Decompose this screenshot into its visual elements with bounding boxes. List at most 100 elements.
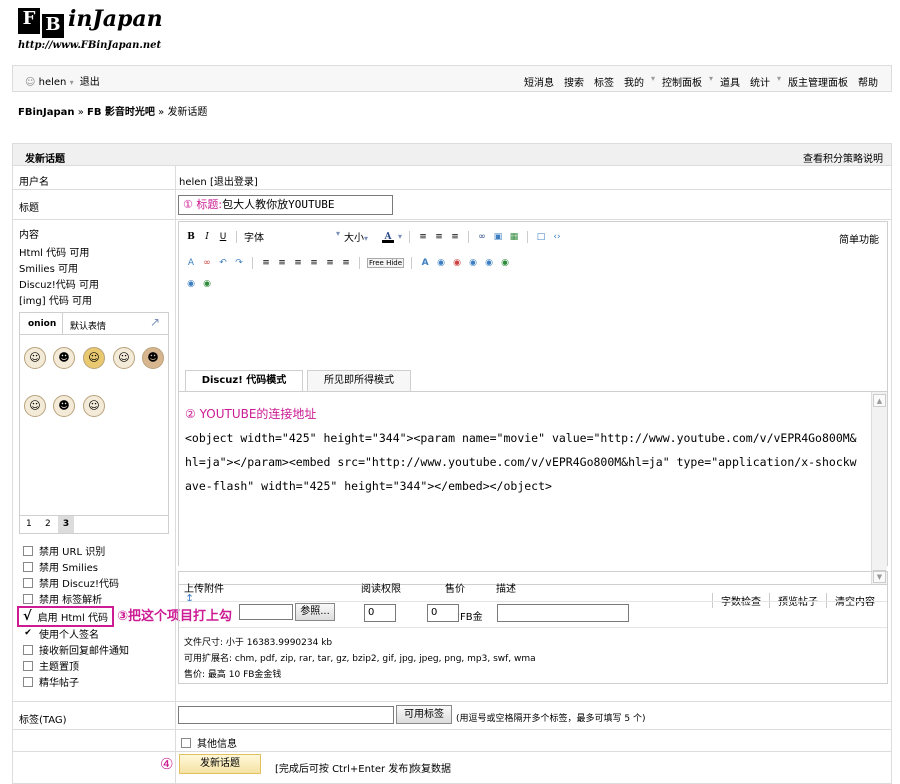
chevron-down-icon[interactable]: ▾ [398,232,402,241]
size-select[interactable]: 大小▾ [344,229,378,244]
chevron-down-icon[interactable]: ▾ [649,74,657,89]
description-input[interactable] [497,604,629,622]
nav-control-panel[interactable]: 控制面板 [657,74,707,89]
simple-mode-link[interactable]: 简单功能 [839,231,879,246]
remove-format-icon[interactable]: A [185,257,197,269]
nav-messages[interactable]: 短消息 [519,74,559,89]
checkbox[interactable] [23,561,33,572]
price-input[interactable]: 0 [427,604,459,622]
chevron-down-icon[interactable]: ▾ [775,74,783,89]
breadcrumb-site[interactable]: FBinJapan [18,107,75,118]
check-icon[interactable]: ✔ [23,628,33,639]
audio-icon[interactable]: ◉ [467,257,479,269]
breadcrumb-forum[interactable]: FB 影音时光吧 [87,107,155,118]
chevron-down-icon[interactable]: ▾ [707,74,715,89]
checkbox[interactable] [23,593,33,604]
checkbox[interactable] [181,737,191,748]
expand-icon[interactable]: ↗ [150,315,160,329]
image-icon[interactable]: ▣ [492,231,504,243]
username-link[interactable]: helen [39,77,67,88]
video-icon[interactable]: ◉ [483,257,495,269]
bold-icon[interactable]: B [185,231,197,243]
option-digest[interactable]: 精华帖子 [23,674,79,689]
redo-icon[interactable]: ↷ [233,257,245,269]
scroll-up-icon[interactable]: ▲ [873,394,886,407]
available-tags-button[interactable]: 可用标签 [396,705,452,724]
nav-search[interactable]: 搜索 [559,74,589,89]
underline-icon[interactable]: U [217,231,229,243]
code-icon[interactable]: ‹› [551,231,563,243]
option-disable-discuz[interactable]: 禁用 Discuz!代码 [23,575,119,590]
nav-tools[interactable]: 道具 [715,74,745,89]
unordered-list-icon[interactable]: ≡ [276,257,288,269]
tab-wysiwyg[interactable]: 所见即所得模式 [307,370,411,391]
checkbox[interactable] [23,545,33,556]
check-icon[interactable]: √ [23,610,32,623]
option-use-signature[interactable]: ✔ 使用个人签名 [23,626,99,641]
restore-data-link[interactable]: 恢复数据 [411,760,451,775]
subject-input[interactable]: ① 标题:包大人教你放YOUTUBE [178,195,393,215]
smiley-icon[interactable]: ☺ [83,395,105,417]
outdent-icon[interactable]: ≡ [292,257,304,269]
option-disable-url[interactable]: 禁用 URL 识别 [23,543,105,558]
option-disable-tag-parse[interactable]: 禁用 标签解析 [23,591,102,606]
other-info-toggle[interactable]: 其他信息 [181,735,237,750]
indent-icon[interactable]: ≡ [308,257,320,269]
submit-new-thread-button[interactable]: 发新话题 [179,754,261,774]
site-logo[interactable]: F B inJapan http://www.FBinJapan.net [18,6,178,56]
smiley-icon[interactable]: ☺ [24,347,46,369]
align-right-icon[interactable]: ≡ [449,231,461,243]
flash-icon[interactable]: ◉ [435,257,447,269]
checkbox[interactable] [23,660,33,671]
italic-icon[interactable]: I [201,231,213,243]
option-enable-html[interactable]: √ 启用 Html 代码 [17,606,114,627]
nav-stats[interactable]: 统计 [745,74,775,89]
smiley-icon[interactable]: ☺ [24,395,46,417]
smilies-page-3[interactable]: 3 [58,516,74,533]
nav-tags[interactable]: 标签 [589,74,619,89]
qq-icon[interactable]: ◉ [451,257,463,269]
smiley-icon[interactable]: ☺ [83,347,105,369]
media-icon[interactable]: ▦ [508,231,520,243]
editor-scrollbar[interactable]: ▲ ▼ [871,392,887,585]
link-icon[interactable]: ∞ [476,231,488,243]
smiley-icon[interactable]: ☻ [53,395,75,417]
align-center-icon[interactable]: ≡ [433,231,445,243]
float-left-icon[interactable]: ≡ [324,257,336,269]
smiley-icon[interactable]: ☺ [113,347,135,369]
fly-text-icon[interactable]: A [419,257,431,269]
font-select[interactable]: 字体 ▾ [244,229,340,244]
unlink-icon[interactable]: ∞ [201,257,213,269]
option-email-notify[interactable]: 接收新回复邮件通知 [23,642,129,657]
wmp-icon[interactable]: ◉ [185,278,197,290]
ordered-list-icon[interactable]: ≡ [260,257,272,269]
logout-link[interactable]: 退出 [80,77,100,88]
browse-button[interactable]: 参照... [295,603,335,621]
user-menu[interactable]: ☺ helen ▾ 退出 [25,73,100,88]
checkbox[interactable] [23,644,33,655]
smiley-icon[interactable]: ☻ [142,347,164,369]
real-player-icon[interactable]: ◉ [499,257,511,269]
username-value[interactable]: helen [退出登录] [179,173,258,188]
quote-icon[interactable]: □ [535,231,547,243]
nav-moderator-panel[interactable]: 版主管理面板 [783,74,853,89]
smilies-tab-default[interactable]: 默认表情 [70,319,106,332]
float-right-icon[interactable]: ≡ [340,257,352,269]
editor-textarea[interactable]: ② YOUTUBE的连接地址 <object width="425" heigh… [179,391,887,585]
undo-icon[interactable]: ↶ [217,257,229,269]
tags-input[interactable] [178,706,394,724]
checkbox[interactable] [23,577,33,588]
read-permission-input[interactable]: 0 [364,604,396,622]
align-left-icon[interactable]: ≡ [417,231,429,243]
rm-icon[interactable]: ◉ [201,278,213,290]
tab-discuz-code[interactable]: Discuz! 代码模式 [185,370,303,392]
nav-help[interactable]: 帮助 [853,74,883,89]
font-color-icon[interactable]: A [382,231,394,243]
smilies-page-2[interactable]: 2 [45,519,51,529]
file-path-input[interactable] [239,604,293,620]
option-disable-smilies[interactable]: 禁用 Smilies [23,559,98,574]
checkbox[interactable] [23,676,33,687]
smilies-tab-onion[interactable]: onion [28,319,56,329]
option-sticky[interactable]: 主题置顶 [23,658,79,673]
nav-my[interactable]: 我的 [619,74,649,89]
